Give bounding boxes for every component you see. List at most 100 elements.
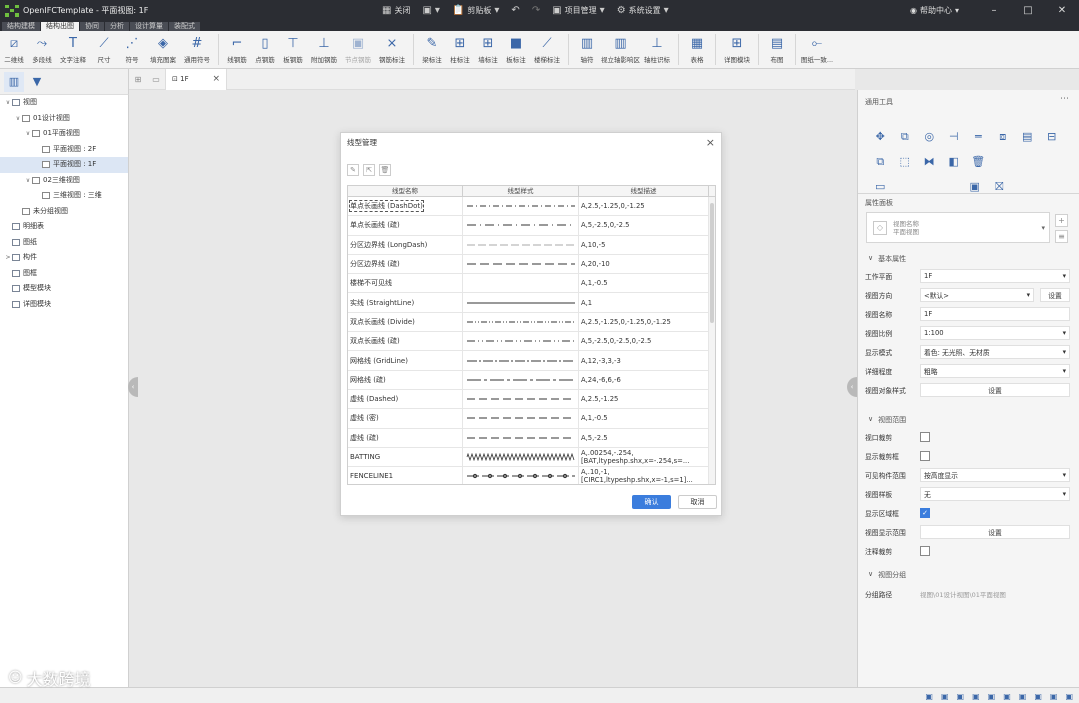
edit-type-button[interactable]: ≡ <box>1055 230 1068 243</box>
ribbon-button-1[interactable]: ⤳ 多段线 <box>28 31 56 68</box>
clipboard-button[interactable]: 📋 剪贴板 ▾ <box>452 5 499 16</box>
measure-icon[interactable]: ▭ <box>868 174 893 199</box>
ribbon-button-8[interactable]: ▯ 点钢筋 <box>251 31 279 68</box>
table-row[interactable]: 双点长画线 (疏) A,5,-2.5,0,-2.5,0,-2.5 <box>348 332 715 352</box>
ribbon-button-24[interactable]: ⟜ 图纸一致... <box>800 31 834 68</box>
delete-linetype-icon[interactable]: 🗑 <box>379 164 391 176</box>
select-field[interactable]: <默认> ▾ <box>920 288 1034 302</box>
checkbox[interactable] <box>920 432 930 442</box>
tree-item[interactable]: 平面视图 : 1F <box>0 157 128 173</box>
tree-item[interactable]: 明细表 <box>0 219 128 235</box>
ribbon-button-17[interactable]: ⟋ 楼梯标注 <box>530 31 564 68</box>
checkbox[interactable] <box>920 546 930 556</box>
table-row[interactable]: 楼梯不可见线 A,1,-0.5 <box>348 274 715 294</box>
select-field[interactable]: 着色: 无光照、无材质 ▾ <box>920 345 1070 359</box>
ribbon-button-0[interactable]: ⧄ 二维线 <box>0 31 28 68</box>
tree-item[interactable]: 未分组视图 <box>0 204 128 220</box>
add-type-button[interactable]: + <box>1055 214 1068 227</box>
table-row[interactable]: 单点长画线 (DashDot) A,2.5,-1.25,0,-1.25 <box>348 197 715 217</box>
tree-item[interactable]: 图纸 <box>0 235 128 251</box>
table-row[interactable]: 分区边界线 (疏) A,20,-10 <box>348 254 715 275</box>
table-row[interactable]: 虚线 (密) A,1,-0.5 <box>348 409 715 429</box>
help-center-button[interactable]: ◉ 帮助中心 ▾ <box>910 5 959 16</box>
redo-button[interactable]: ↷ <box>532 5 540 16</box>
ribbon-button-12[interactable]: ⨯ 钢筋标注 <box>375 31 409 68</box>
tree-item[interactable]: 三维视图 : 三维 <box>0 188 128 204</box>
minimize-button[interactable]: – <box>977 5 1011 16</box>
edit-linetype-icon[interactable]: ✎ <box>347 164 359 176</box>
grid-icon[interactable]: ⊞ <box>129 75 147 84</box>
pin-icon[interactable]: ◧ <box>942 149 967 174</box>
ribbon-button-3[interactable]: ⟋ 尺寸 <box>90 31 118 68</box>
ribbon-button-9[interactable]: ⊤ 板钢筋 <box>279 31 307 68</box>
view-icon[interactable]: ▣ <box>963 174 988 199</box>
dialog-close-icon[interactable]: × <box>706 136 715 149</box>
tree-item[interactable]: 详图模块 <box>0 297 128 313</box>
maximize-button[interactable]: □ <box>1011 5 1045 16</box>
table-row[interactable]: 分区边界线 (LongDash) A,10,-5 <box>348 235 715 255</box>
select-field[interactable]: 按高度显示 ▾ <box>920 468 1070 482</box>
close-project-button[interactable]: ▦ 关闭 <box>382 5 410 16</box>
tree-item[interactable]: 平面视图 : 2F <box>0 142 128 158</box>
table-row[interactable]: BATTING A,.00254,-.254, [BAT,ltypeshp.shx… <box>348 447 715 468</box>
chevron-icon[interactable]: > <box>4 250 12 266</box>
basic-section-header[interactable]: ∨ 基本属性 <box>868 254 906 264</box>
rotate-icon[interactable]: ◎ <box>917 124 942 149</box>
close-tab-icon[interactable]: × <box>212 74 220 84</box>
select-field[interactable]: 无 ▾ <box>920 487 1070 501</box>
ribbon-button-18[interactable]: ▥ 轴符 <box>573 31 601 68</box>
table-row[interactable]: 网格线 (疏) A,24,-6,6,-6 <box>348 370 715 390</box>
ribbon-button-20[interactable]: ⊥ 轴柱识标 <box>640 31 674 68</box>
table-row[interactable]: 网格线 (GridLine) A,12,-3,3,-3 <box>348 351 715 371</box>
cancel-button[interactable]: 取消 <box>678 495 717 509</box>
text-field[interactable]: 1F <box>920 307 1070 321</box>
delete-icon[interactable]: 🗑 <box>966 149 991 174</box>
type-selector[interactable]: ◇ 视图名称 平面视图 ▾ <box>866 212 1050 243</box>
ribbon-button-2[interactable]: T 文字注释 <box>56 31 90 68</box>
chevron-icon[interactable]: ∨ <box>14 111 22 127</box>
table-row[interactable]: FENCELINE1 A,.10,-1, [CIRC1,ltypeshp.shx,… <box>348 467 715 484</box>
tab-0[interactable]: 结构建模 <box>2 22 40 31</box>
tree-item[interactable]: 图框 <box>0 266 128 282</box>
ribbon-button-5[interactable]: ◈ 填充图案 <box>146 31 180 68</box>
group-section-header[interactable]: ∨ 视图分组 <box>868 570 906 580</box>
ribbon-button-10[interactable]: ⊥ 附加钢筋 <box>307 31 341 68</box>
ribbon-button-4[interactable]: ⋰ 符号 <box>118 31 146 68</box>
zoom-icon[interactable]: ▣ <box>1065 692 1073 701</box>
ribbon-button-19[interactable]: ▥ 视立轴影响区 <box>601 31 640 68</box>
tree-item[interactable]: ∨ 02三维视图 <box>0 173 128 189</box>
align-icon[interactable]: ▣ <box>957 692 965 701</box>
layout-icon[interactable]: ▣ <box>925 692 933 701</box>
more-icon[interactable]: ⋯ <box>1060 94 1069 104</box>
table-row[interactable]: 虚线 (疏) A,5,-2.5 <box>348 428 715 448</box>
extend-icon[interactable]: ⧉ <box>868 149 893 174</box>
ribbon-button-15[interactable]: ⊞ 墙标注 <box>474 31 502 68</box>
ribbon-button-22[interactable]: ⊞ 详图模块 <box>720 31 754 68</box>
table-row[interactable]: 实线 (StraightLine) A,1 <box>348 293 715 313</box>
chevron-icon[interactable]: ∨ <box>24 173 32 189</box>
table-scrollbar[interactable] <box>709 197 715 484</box>
import-linetype-icon[interactable]: ⇱ <box>363 164 375 176</box>
checkbox[interactable] <box>920 451 930 461</box>
ribbon-button-16[interactable]: ■ 板标注 <box>502 31 530 68</box>
close-window-button[interactable]: ✕ <box>1045 5 1079 16</box>
settings-button[interactable]: 设置 <box>920 525 1070 539</box>
view-tree-toggle[interactable]: ▥ <box>4 71 24 92</box>
select-field[interactable]: 1:100 ▾ <box>920 326 1070 340</box>
copy-icon[interactable]: ⧉ <box>893 124 918 149</box>
sphere-icon[interactable]: ▣ <box>1050 692 1058 701</box>
project-management-button[interactable]: ▣ 项目管理 ▾ <box>552 5 604 16</box>
snap-icon[interactable]: ▣ <box>972 692 980 701</box>
tab-3[interactable]: 分析 <box>105 22 129 31</box>
filter-button[interactable]: ▼ <box>27 72 47 92</box>
trim-icon[interactable]: ⊟ <box>1040 124 1065 149</box>
settings-button[interactable]: 设置 <box>920 383 1070 397</box>
select-field[interactable]: 1F ▾ <box>920 269 1070 283</box>
table-row[interactable]: 单点长画线 (疏) A,5,-2.5,0,-2.5 <box>348 216 715 236</box>
clean-icon[interactable]: ⛝ <box>987 174 1012 199</box>
tree-item[interactable]: ∨ 01平面视图 <box>0 126 128 142</box>
angle-icon[interactable]: ▣ <box>1003 692 1011 701</box>
scrollbar-thumb[interactable] <box>710 203 714 323</box>
confirm-button[interactable]: 确认 <box>632 495 671 509</box>
stack-icon[interactable]: ▣ <box>941 692 949 701</box>
